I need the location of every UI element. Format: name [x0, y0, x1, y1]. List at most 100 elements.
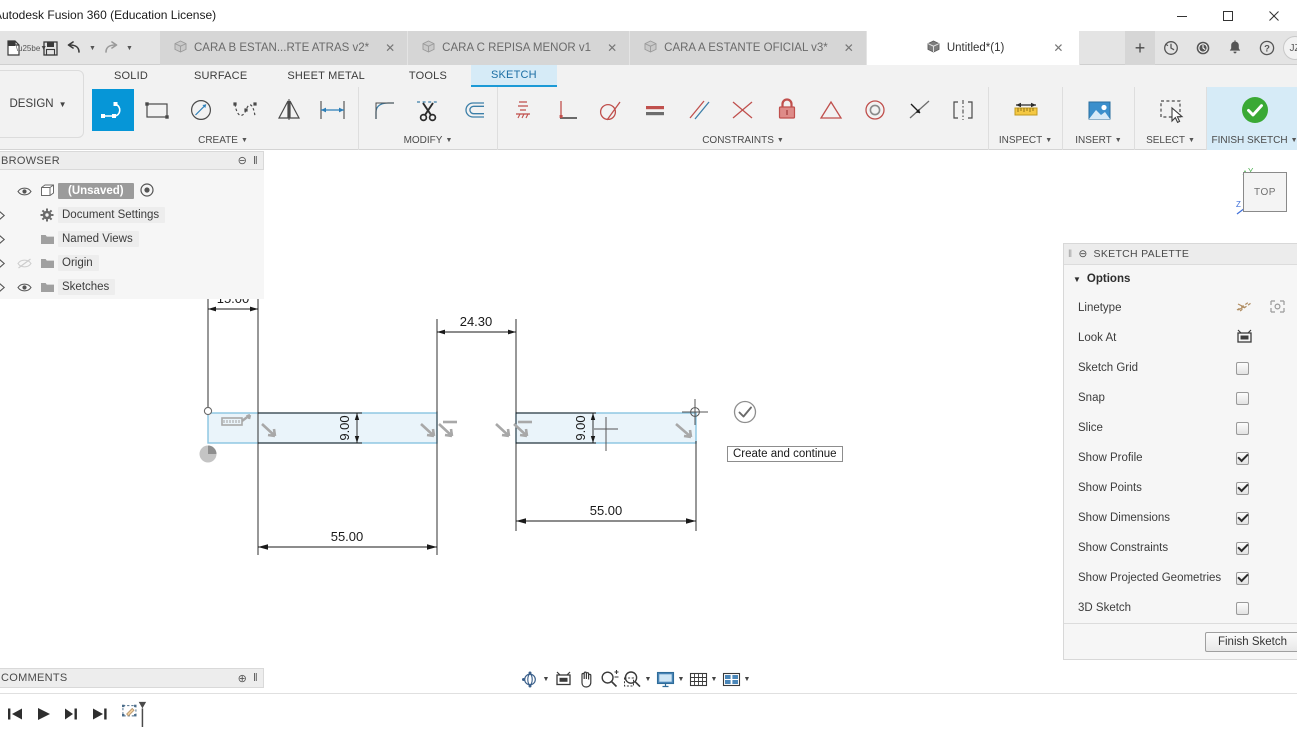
- offset-tool-icon[interactable]: [451, 89, 493, 131]
- viewports-tool[interactable]: ▼: [720, 667, 752, 691]
- insert-panel-label[interactable]: INSERT ▼: [1075, 132, 1121, 148]
- sketch-grid-checkbox[interactable]: [1236, 361, 1249, 375]
- browser-item-sketches[interactable]: Sketches: [0, 275, 264, 299]
- eye-icon[interactable]: [12, 282, 36, 293]
- look-at-icon[interactable]: [552, 667, 574, 691]
- palette-row-slice[interactable]: Slice: [1064, 413, 1297, 443]
- concentric-constraint-icon[interactable]: [854, 89, 896, 131]
- browser-item-document-settings[interactable]: Document Settings: [0, 203, 264, 227]
- tangent-constraint-icon[interactable]: [590, 89, 632, 131]
- ribbon-tab-tools[interactable]: TOOLS: [385, 65, 471, 87]
- midpoint-constraint-icon[interactable]: [810, 89, 852, 131]
- zoom-tool[interactable]: [598, 667, 620, 691]
- document-tab-close-icon[interactable]: ✕: [607, 42, 617, 54]
- look-at-tool[interactable]: [552, 667, 574, 691]
- grip-icon[interactable]: ‖: [1068, 249, 1072, 260]
- add-comment-icon[interactable]: ⊕: [238, 672, 248, 685]
- fix-unfix-constraint-icon[interactable]: [766, 89, 808, 131]
- display-settings-icon[interactable]: [654, 667, 676, 691]
- create-panel-label[interactable]: CREATE ▼: [198, 132, 248, 148]
- view-cube[interactable]: Y X Z TOP: [1236, 167, 1291, 216]
- pan-hand-icon[interactable]: [575, 667, 597, 691]
- palette-row-show-constraints[interactable]: Show Constraints: [1064, 533, 1297, 563]
- document-tab-untitled[interactable]: Untitled*(1) ✕: [866, 31, 1081, 65]
- trim-tool-icon[interactable]: [407, 89, 449, 131]
- orbit-tool[interactable]: ▼: [519, 667, 551, 691]
- palette-row-show-dimensions[interactable]: Show Dimensions: [1064, 503, 1297, 533]
- document-tab-cara-a[interactable]: CARA A ESTANTE OFICIAL v3* ✕: [630, 31, 867, 65]
- palette-row-snap[interactable]: Snap: [1064, 383, 1297, 413]
- palette-row-3d-sketch[interactable]: 3D Sketch: [1064, 593, 1297, 623]
- timeline-step-back-button[interactable]: [30, 699, 56, 729]
- equal-constraint-icon[interactable]: [634, 89, 676, 131]
- close-button[interactable]: [1251, 0, 1297, 31]
- palette-row-sketch-grid[interactable]: Sketch Grid: [1064, 353, 1297, 383]
- constraints-panel-label[interactable]: CONSTRAINTS ▼: [702, 132, 784, 148]
- finish-sketch-tool-icon[interactable]: [1234, 89, 1276, 131]
- rectangle-tool-icon[interactable]: [136, 89, 178, 131]
- expand-arrow-icon[interactable]: [0, 234, 12, 245]
- chevron-down-icon[interactable]: ▼: [709, 667, 719, 691]
- undo-caret-icon[interactable]: ▼: [87, 35, 98, 61]
- spline-tool-icon[interactable]: [224, 89, 266, 131]
- timeline-go-to-beginning-button[interactable]: [2, 699, 28, 729]
- slice-checkbox[interactable]: [1236, 421, 1249, 435]
- snap-checkbox[interactable]: [1236, 391, 1249, 405]
- coincident-constraint-icon[interactable]: [898, 89, 940, 131]
- grip-icon[interactable]: ‖: [253, 672, 258, 684]
- inspect-panel-label[interactable]: INSPECT ▼: [999, 132, 1052, 148]
- pan-tool[interactable]: [575, 667, 597, 691]
- show-profile-checkbox[interactable]: [1236, 451, 1249, 465]
- document-tab-close-icon[interactable]: ✕: [844, 42, 854, 54]
- palette-row-show-projected-geometries[interactable]: Show Projected Geometries: [1064, 563, 1297, 593]
- centerline-linetype-icon[interactable]: [1269, 299, 1286, 317]
- sketch-timeline-marker[interactable]: [122, 699, 148, 729]
- palette-row-show-profile[interactable]: Show Profile: [1064, 443, 1297, 473]
- finish-sketch-button[interactable]: Finish Sketch: [1204, 631, 1297, 652]
- grid-snaps-tool[interactable]: ▼: [687, 667, 719, 691]
- help-icon[interactable]: ?: [1251, 31, 1283, 65]
- document-tab-close-icon[interactable]: ✕: [1053, 42, 1063, 54]
- horizontal-vertical-constraint-icon[interactable]: [502, 89, 544, 131]
- show-projected-geometries-checkbox[interactable]: [1236, 571, 1249, 585]
- browser-item-named-views[interactable]: Named Views: [0, 227, 264, 251]
- orbit-icon[interactable]: [519, 667, 541, 691]
- ribbon-tab-sheet-metal[interactable]: SHEET METAL: [267, 65, 385, 87]
- line-tool-icon[interactable]: [92, 88, 134, 131]
- chevron-down-icon[interactable]: ▼: [676, 667, 686, 691]
- job-status-icon[interactable]: [1155, 31, 1187, 65]
- chevron-down-icon[interactable]: ▼: [541, 667, 551, 691]
- circle-tool-icon[interactable]: [180, 89, 222, 131]
- chevron-down-icon[interactable]: ▼: [742, 667, 752, 691]
- document-tab-close-icon[interactable]: ✕: [385, 42, 395, 54]
- recent-activity-icon[interactable]: [1187, 31, 1219, 65]
- mirror-tool-icon[interactable]: [268, 89, 310, 131]
- select-tool-icon[interactable]: [1150, 89, 1192, 131]
- undo-icon[interactable]: [63, 35, 85, 61]
- browser-item-origin[interactable]: Origin: [0, 251, 264, 275]
- eye-icon[interactable]: [12, 186, 36, 197]
- redo-caret-icon[interactable]: ▼: [124, 35, 135, 61]
- fillet-tool-icon[interactable]: [363, 89, 405, 131]
- zoom-icon[interactable]: [598, 667, 620, 691]
- expand-arrow-icon[interactable]: [0, 282, 12, 293]
- zoom-window-tool[interactable]: ▼: [621, 667, 653, 691]
- collapse-icon[interactable]: ⊖: [238, 154, 248, 167]
- measure-tool-icon[interactable]: [1005, 89, 1047, 131]
- notifications-bell-icon[interactable]: [1219, 31, 1251, 65]
- parallel-constraint-icon[interactable]: [678, 89, 720, 131]
- grip-icon[interactable]: ‖: [253, 155, 258, 167]
- timeline-go-to-end-button[interactable]: [86, 699, 112, 729]
- save-icon[interactable]: [39, 35, 61, 61]
- redo-icon[interactable]: [100, 35, 122, 61]
- document-tab-cara-b[interactable]: CARA B ESTAN...RTE ATRAS v2* ✕: [160, 31, 409, 65]
- three-d-sketch-checkbox[interactable]: [1236, 601, 1249, 615]
- insert-image-tool-icon[interactable]: [1078, 89, 1120, 131]
- workspace-selector[interactable]: DESIGN ▼: [0, 70, 84, 138]
- eye-hidden-icon[interactable]: [12, 258, 36, 269]
- select-panel-label[interactable]: SELECT ▼: [1146, 132, 1195, 148]
- maximize-button[interactable]: [1205, 0, 1251, 31]
- viewports-icon[interactable]: [720, 667, 742, 691]
- ribbon-tab-surface[interactable]: SURFACE: [174, 65, 267, 87]
- modify-panel-label[interactable]: MODIFY ▼: [404, 132, 453, 148]
